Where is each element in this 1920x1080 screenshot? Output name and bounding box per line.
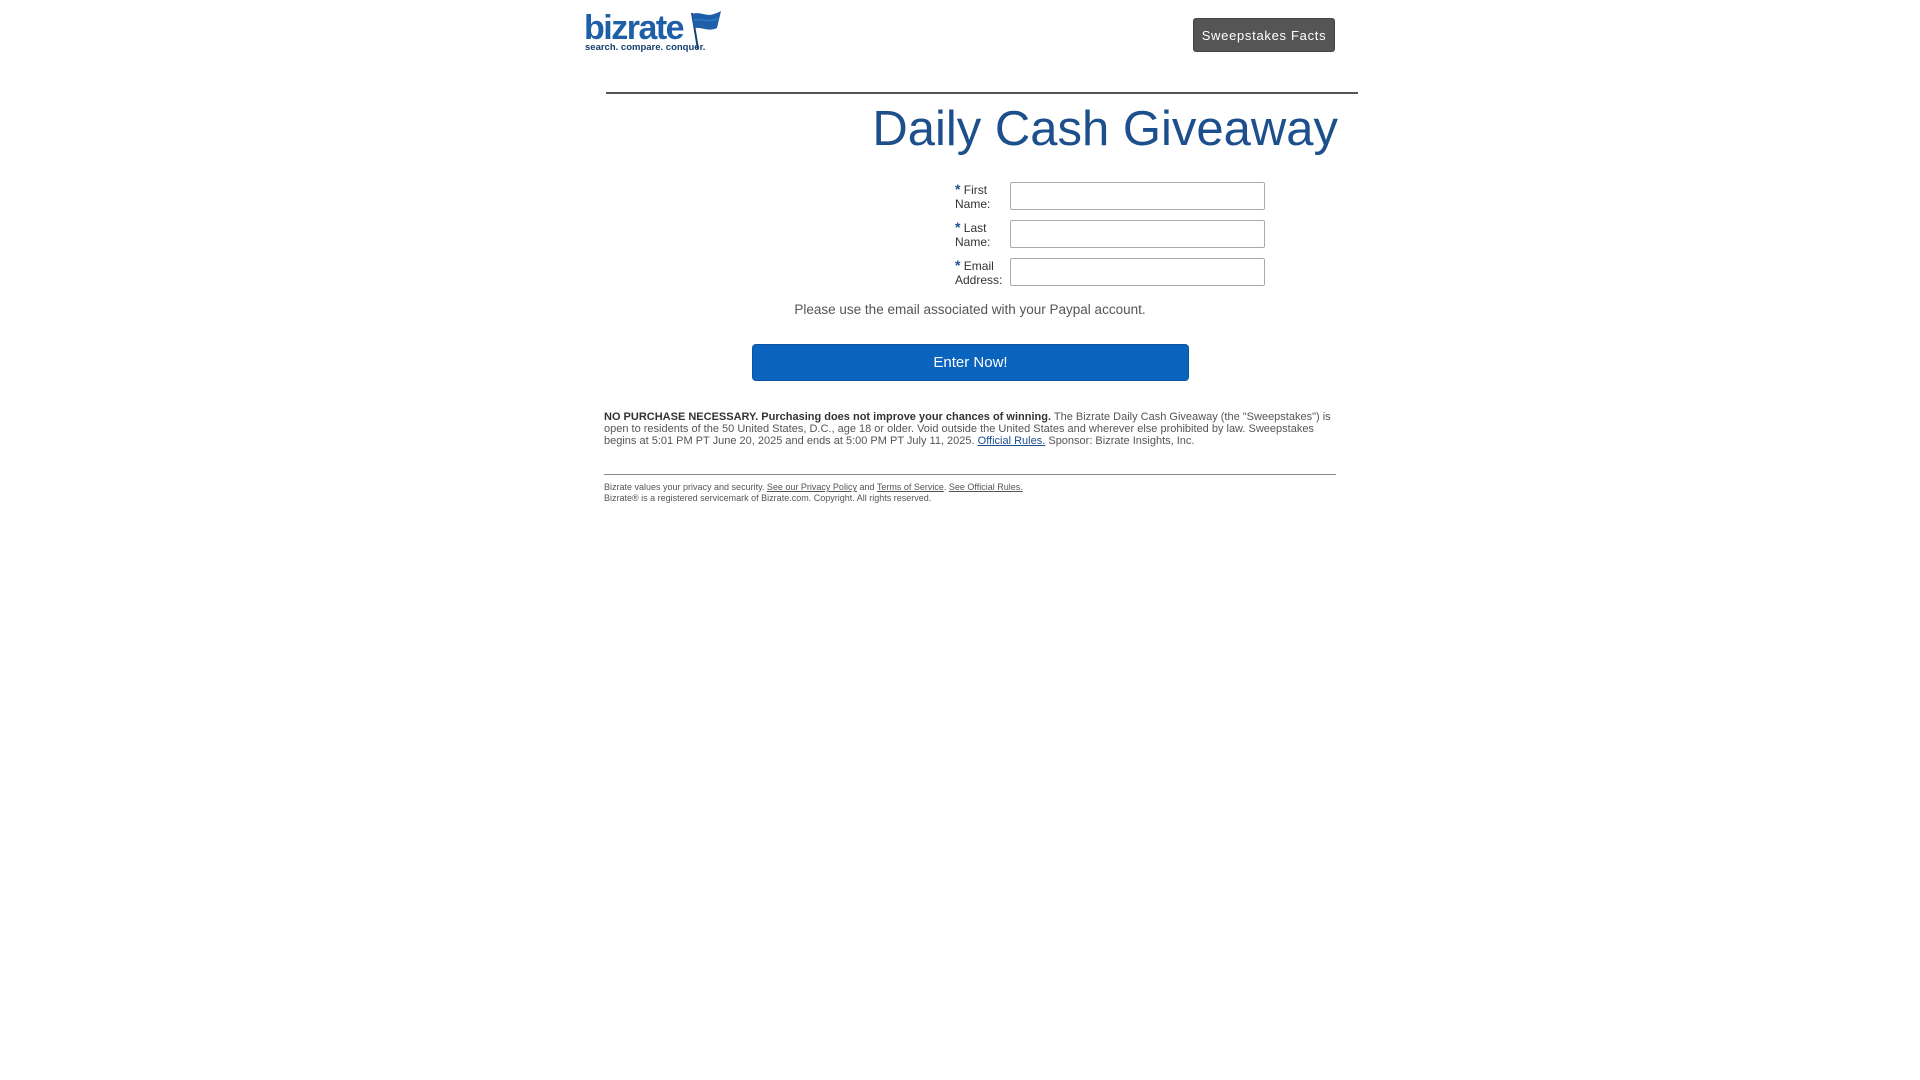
first-name-input[interactable] <box>1010 182 1265 210</box>
required-marker: * <box>955 219 961 235</box>
bizrate-logo[interactable]: bizrate search. compare. conquer. <box>584 10 724 56</box>
page-title: Daily Cash Giveaway <box>872 102 1338 156</box>
first-name-label-line1: First <box>963 183 988 197</box>
footer: Bizrate values your privacy and security… <box>604 482 1344 504</box>
legal-disclaimer: NO PURCHASE NECESSARY. Purchasing does n… <box>604 411 1340 447</box>
terms-of-service-link[interactable]: Terms of Service <box>877 482 944 492</box>
sweepstakes-facts-button[interactable]: Sweepstakes Facts <box>1193 18 1335 52</box>
enter-now-button[interactable]: Enter Now! <box>752 344 1189 381</box>
email-label-line2: Address: <box>955 273 1003 287</box>
header-divider <box>606 92 1358 94</box>
page: bizrate search. compare. conquer. Sweeps… <box>0 0 1920 1080</box>
last-name-label: * Last Name: <box>955 220 1011 249</box>
email-label-line1: Email <box>963 259 994 273</box>
email-row: * Email Address: <box>955 258 1275 296</box>
privacy-policy-link[interactable]: See our Privacy Policy <box>767 482 857 492</box>
first-name-label-line2: Name: <box>955 197 991 211</box>
email-label: * Email Address: <box>955 258 1011 287</box>
first-name-label: * First Name: <box>955 182 1011 211</box>
last-name-label-line1: Last <box>963 221 987 235</box>
logo-wordmark: bizrate <box>584 9 685 47</box>
legal-sponsor-text: Sponsor: Bizrate Insights, Inc. <box>1045 435 1195 447</box>
paypal-email-note: Please use the email associated with you… <box>794 302 1146 317</box>
email-input[interactable] <box>1010 258 1265 286</box>
footer-divider <box>604 474 1336 475</box>
required-marker: * <box>955 257 961 273</box>
official-rules-link[interactable]: Official Rules. <box>978 435 1046 447</box>
last-name-row: * Last Name: <box>955 220 1275 258</box>
first-name-row: * First Name: <box>955 182 1275 220</box>
last-name-label-line2: Name: <box>955 235 991 249</box>
footer-and-text: and <box>856 482 877 492</box>
footer-privacy-text: Bizrate values your privacy and security… <box>604 482 767 492</box>
footer-copyright: Bizrate® is a registered servicemark of … <box>604 493 932 503</box>
last-name-input[interactable] <box>1010 220 1265 248</box>
required-marker: * <box>955 181 961 197</box>
see-official-rules-link[interactable]: See Official Rules. <box>949 482 1023 492</box>
legal-bold-text: NO PURCHASE NECESSARY. Purchasing does n… <box>604 411 1051 423</box>
logo-tagline: search. compare. conquer. <box>585 42 706 53</box>
